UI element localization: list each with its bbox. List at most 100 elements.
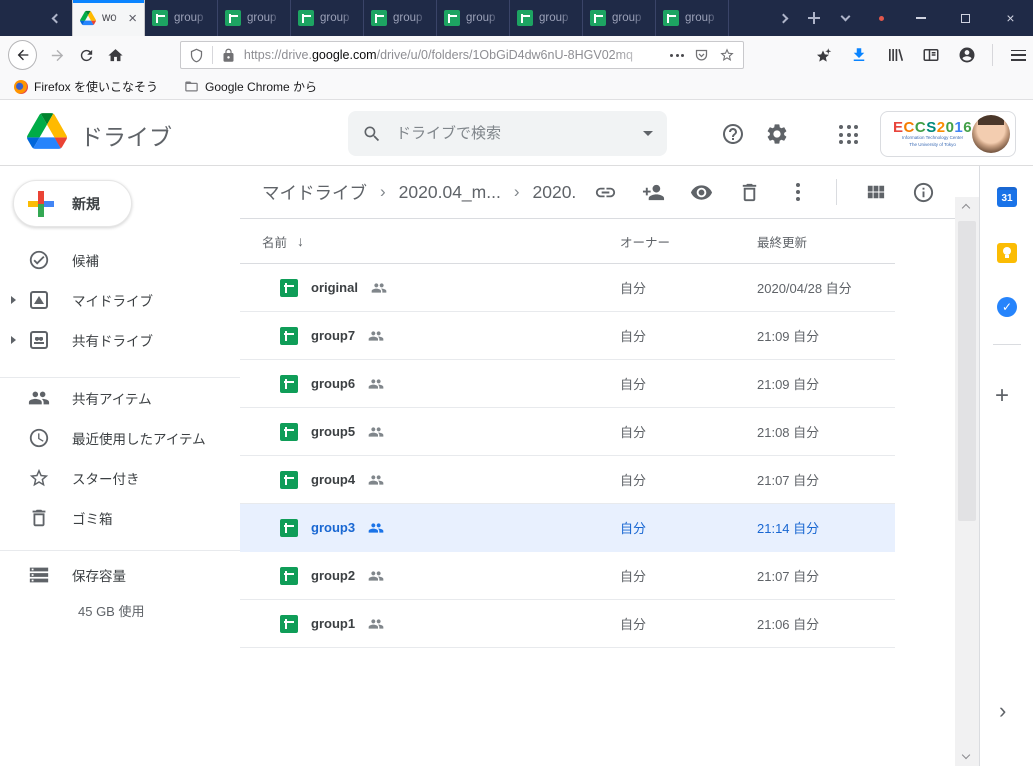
file-row[interactable]: group5 自分 21:08 自分: [240, 408, 895, 456]
tab-google-sheets-group[interactable]: group: [437, 0, 510, 36]
breadcrumb-my-drive[interactable]: マイドライブ: [262, 180, 367, 205]
sidebar-item-label: 共有ドライブ: [72, 330, 153, 350]
column-header-name[interactable]: 名前 ↓: [240, 232, 620, 251]
minimize-button[interactable]: [898, 0, 943, 36]
add-addon-button[interactable]: +: [995, 384, 1009, 408]
calendar-icon[interactable]: 31: [997, 187, 1017, 207]
sidebar-item-my-drive[interactable]: マイドライブ: [0, 280, 240, 320]
reload-button[interactable]: [72, 40, 101, 70]
settings-button[interactable]: [765, 122, 789, 146]
tab-google-sheets-group[interactable]: group: [291, 0, 364, 36]
sidebar-navigation: 候補 マイドライブ 共有ドライブ 共有アイテム 最近使用したアイテム: [0, 240, 240, 620]
collapse-panel-button[interactable]: ›: [999, 700, 1006, 722]
my-drive-icon: [30, 291, 48, 309]
breadcrumb-folder-2020-04[interactable]: 2020.04_m...: [399, 182, 501, 203]
search-options-dropdown-icon[interactable]: [643, 131, 653, 136]
organization-logo: ECCS2016 Information Technology Center T…: [893, 120, 972, 148]
expand-caret-icon[interactable]: [11, 296, 16, 304]
expand-caret-icon[interactable]: [11, 336, 16, 344]
scrollbar-thumb[interactable]: [958, 221, 976, 521]
file-row[interactable]: group4 自分 21:07 自分: [240, 456, 895, 504]
tab-google-sheets-group[interactable]: group: [145, 0, 218, 36]
url-text[interactable]: https://drive.google.com/drive/u/0/folde…: [244, 48, 664, 62]
new-button[interactable]: 新規: [13, 180, 132, 227]
grid-view-icon: [864, 181, 887, 204]
google-sheets-file-icon: [280, 375, 298, 393]
forward-button[interactable]: [43, 40, 72, 70]
sidebar-item-shared-drives[interactable]: 共有ドライブ: [0, 320, 240, 360]
file-row[interactable]: group7 自分 21:09 自分: [240, 312, 895, 360]
tabbar-left-padding: [0, 0, 40, 36]
tab-google-sheets-group[interactable]: group: [510, 0, 583, 36]
sidebar-item-starred[interactable]: スター付き: [0, 458, 240, 498]
more-actions-button[interactable]: [786, 181, 809, 204]
bookmark-firefox-tips[interactable]: Firefox を使いこなそう: [14, 78, 158, 95]
get-link-button[interactable]: [594, 181, 617, 204]
library-icon[interactable]: [880, 40, 910, 70]
tab-active-google-drive[interactable]: wo ×: [72, 0, 145, 36]
sidebar-item-shared-with-me[interactable]: 共有アイテム: [0, 378, 240, 418]
sidebar-item-storage[interactable]: 保存容量: [0, 555, 240, 595]
menu-button[interactable]: [1003, 40, 1033, 70]
tab-list-dropdown-button[interactable]: [829, 16, 861, 20]
info-button[interactable]: [912, 181, 935, 204]
breadcrumb: マイドライブ › 2020.04_m... › 2020.: [262, 180, 586, 205]
user-avatar[interactable]: [972, 115, 1010, 153]
account-icon[interactable]: [952, 40, 982, 70]
close-window-button[interactable]: ×: [988, 0, 1033, 36]
grid-view-button[interactable]: [864, 181, 887, 204]
tab-scroll-right-button[interactable]: [767, 15, 799, 22]
keep-icon[interactable]: [997, 243, 1017, 263]
sidebar-item-recent[interactable]: 最近使用したアイテム: [0, 418, 240, 458]
sort-descending-icon[interactable]: ↓: [297, 233, 304, 249]
google-apps-grid-icon[interactable]: [839, 125, 858, 144]
tab-close-icon[interactable]: ×: [128, 11, 137, 26]
tab-scroll-left-button[interactable]: [40, 0, 72, 36]
file-row[interactable]: group6 自分 21:09 自分: [240, 360, 895, 408]
preview-button[interactable]: [690, 181, 713, 204]
sidebar-item-label: マイドライブ: [72, 290, 153, 310]
tab-title: group: [247, 12, 283, 24]
google-drive-logo[interactable]: [27, 113, 67, 149]
tab-google-sheets-group[interactable]: group: [656, 0, 729, 36]
sidebar-item-priority[interactable]: 候補: [0, 240, 240, 280]
account-badge[interactable]: ECCS2016 Information Technology Center T…: [880, 111, 1016, 157]
url-bar[interactable]: https://drive.google.com/drive/u/0/folde…: [180, 41, 744, 69]
page-actions-icon[interactable]: [670, 54, 684, 57]
file-row[interactable]: group2 自分 21:07 自分: [240, 552, 895, 600]
search-input[interactable]: [396, 125, 643, 142]
column-header-modified[interactable]: 最終更新: [757, 232, 895, 251]
column-header-owner[interactable]: オーナー: [620, 232, 757, 251]
tab-google-sheets-group[interactable]: group: [583, 0, 656, 36]
breadcrumb-current-folder[interactable]: 2020.: [533, 182, 577, 203]
scroll-up-icon[interactable]: [962, 204, 970, 212]
new-tab-button[interactable]: [799, 0, 829, 36]
file-row[interactable]: group3 自分 21:14 自分: [240, 504, 895, 552]
bookmark-folder-chrome[interactable]: Google Chrome から: [184, 78, 317, 95]
back-button[interactable]: [8, 40, 37, 70]
vertical-scrollbar[interactable]: [955, 197, 979, 766]
maximize-button[interactable]: [943, 0, 988, 36]
tasks-icon[interactable]: ✓: [997, 297, 1017, 317]
file-name-cell: group5: [240, 423, 620, 441]
scroll-down-icon[interactable]: [962, 751, 970, 759]
drive-search-bar[interactable]: [348, 111, 667, 156]
file-row[interactable]: original 自分 2020/04/28 自分: [240, 264, 895, 312]
pocket-icon[interactable]: [694, 48, 709, 63]
home-button[interactable]: [101, 40, 130, 70]
file-row[interactable]: group1 自分 21:06 自分: [240, 600, 895, 648]
library-star-icon[interactable]: [808, 40, 838, 70]
file-owner: 自分: [620, 326, 757, 345]
sidebar-item-trash[interactable]: ゴミ箱: [0, 498, 240, 538]
google-sheets-file-icon: [280, 471, 298, 489]
org-subtitle-line1: Information Technology Center: [893, 135, 972, 141]
bookmark-star-icon[interactable]: [719, 47, 735, 63]
help-button[interactable]: [721, 122, 745, 146]
tab-google-sheets-group[interactable]: group: [218, 0, 291, 36]
download-icon[interactable]: [844, 40, 874, 70]
tab-google-sheets-group[interactable]: group: [364, 0, 437, 36]
search-icon[interactable]: [362, 124, 382, 144]
sidebar-toggle-icon[interactable]: [916, 40, 946, 70]
delete-button[interactable]: [738, 181, 761, 204]
share-button[interactable]: [642, 181, 665, 204]
